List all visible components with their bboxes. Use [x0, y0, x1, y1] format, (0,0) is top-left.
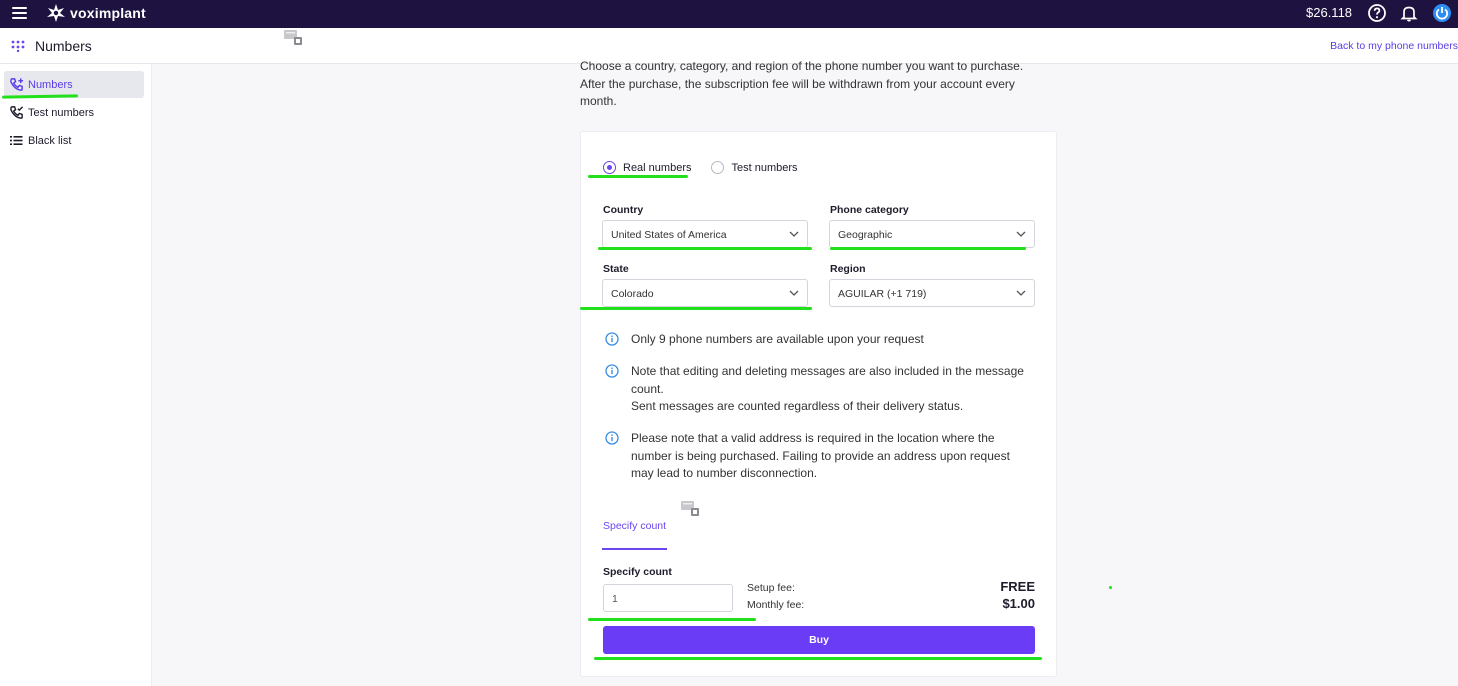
page-title: Numbers: [35, 38, 92, 54]
apps-grid-icon: [11, 40, 25, 52]
test-numbers-radio[interactable]: [711, 161, 725, 174]
image-placeholder-icon: [284, 30, 302, 45]
chevron-down-icon: [789, 231, 799, 237]
count-input[interactable]: 1: [603, 584, 733, 612]
monthly-fee-value: $1.00: [1002, 596, 1035, 611]
info-note: Only 9 phone numbers are available upon …: [605, 331, 1045, 349]
real-numbers-radio[interactable]: [603, 161, 616, 174]
purchase-form-card: Real numbers Test numbers Country United…: [580, 131, 1057, 677]
sidebar-item-label: Black list: [28, 134, 72, 147]
country-label: Country: [603, 204, 644, 216]
setup-fee-value: FREE: [1000, 579, 1035, 594]
monthly-fee-label: Monthly fee:: [747, 599, 805, 611]
highlight-mark: [588, 618, 756, 621]
active-tab-indicator: [602, 548, 667, 550]
tab-specify-count[interactable]: Specify count: [603, 520, 666, 532]
phone-category-value: Geographic: [838, 229, 893, 241]
chevron-down-icon: [1016, 290, 1026, 296]
sidebar-item-label: Numbers: [28, 78, 73, 91]
brand-logo[interactable]: voximplant: [46, 3, 146, 23]
sidebar-item-black-list[interactable]: Black list: [4, 127, 144, 154]
chevron-down-icon: [789, 290, 799, 296]
count-label: Specify count: [603, 566, 672, 578]
setup-fee-label: Setup fee:: [747, 582, 795, 594]
number-type-radio-group: Real numbers Test numbers: [603, 161, 818, 174]
info-icon: [605, 364, 619, 378]
info-icon: [605, 431, 619, 445]
list-icon: [8, 133, 24, 149]
sidebar-item-test-numbers[interactable]: Test numbers: [4, 99, 144, 126]
menu-icon[interactable]: [12, 7, 27, 19]
info-text: Note that editing and deleting messages …: [631, 364, 1024, 396]
info-text: Sent messages are counted regardless of …: [631, 399, 964, 413]
phone-category-label: Phone category: [830, 204, 909, 216]
state-label: State: [603, 263, 629, 275]
highlight-mark: [580, 307, 812, 310]
region-label: Region: [830, 263, 866, 275]
highlight-mark: [598, 247, 812, 250]
info-note: Note that editing and deleting messages …: [605, 363, 1045, 416]
power-icon[interactable]: [1432, 3, 1452, 23]
intro-line-2: After the purchase, the subscription fee…: [580, 76, 1015, 109]
region-value: AGUILAR (+1 719): [838, 288, 927, 300]
info-text: Please note that a valid address is requ…: [631, 431, 1010, 480]
info-note: Please note that a valid address is requ…: [605, 430, 1045, 483]
intro-line-1: Choose a country, category, and region o…: [580, 59, 1024, 73]
back-to-numbers-link[interactable]: Back to my phone numbers: [1330, 40, 1458, 52]
info-icon: [605, 332, 619, 346]
region-select[interactable]: AGUILAR (+1 719): [829, 279, 1035, 307]
count-value: 1: [612, 593, 618, 605]
country-value: United States of America: [611, 229, 727, 241]
real-numbers-label[interactable]: Real numbers: [623, 162, 691, 174]
sidebar: Numbers Test numbers Black list: [0, 64, 152, 686]
buy-button[interactable]: Buy: [603, 626, 1035, 654]
highlight-mark: [594, 657, 1042, 660]
info-text: Only 9 phone numbers are available upon …: [631, 332, 924, 346]
highlight-mark: [830, 247, 1026, 250]
brand-name: voximplant: [70, 5, 146, 21]
intro-text: Choose a country, category, and region o…: [580, 58, 1040, 111]
chevron-down-icon: [1016, 231, 1026, 237]
top-bar: voximplant $26.118: [0, 0, 1458, 28]
info-text-block: Note that editing and deleting messages …: [631, 363, 1041, 416]
highlight-dot: [1109, 586, 1112, 589]
country-select[interactable]: United States of America: [602, 220, 808, 248]
account-balance[interactable]: $26.118: [1306, 5, 1352, 20]
phone-category-select[interactable]: Geographic: [829, 220, 1035, 248]
phone-check-icon: [8, 105, 24, 121]
voximplant-logo-icon: [47, 4, 65, 22]
bell-icon[interactable]: [1399, 3, 1419, 23]
state-value: Colorado: [611, 288, 654, 300]
image-placeholder-icon: [681, 501, 699, 516]
phone-add-icon: [8, 77, 24, 93]
state-select[interactable]: Colorado: [602, 279, 808, 307]
highlight-mark: [588, 175, 688, 178]
sidebar-item-label: Test numbers: [28, 106, 95, 119]
help-icon[interactable]: [1367, 3, 1387, 23]
test-numbers-label[interactable]: Test numbers: [731, 162, 797, 174]
